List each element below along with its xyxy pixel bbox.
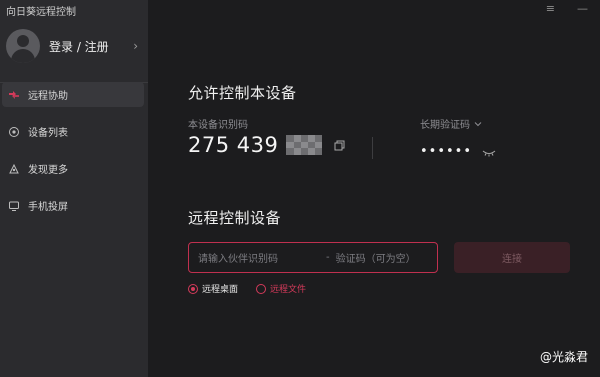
sidebar-item-remote-assist[interactable]: 远程协助 (2, 82, 144, 107)
sidebar-item-discover[interactable]: 发现更多 (2, 156, 144, 181)
device-id-label: 本设备识别码 (188, 120, 248, 131)
avatar (6, 29, 40, 63)
minimize-icon[interactable]: — (577, 2, 588, 15)
menu-icon[interactable]: ≡ (546, 2, 555, 15)
radio-remote-file[interactable]: 远程文件 (256, 282, 306, 295)
divider (372, 137, 373, 159)
eye-closed-icon[interactable] (482, 142, 496, 161)
login-label: 登录 / 注册 (49, 39, 109, 54)
radio-selected-icon (188, 283, 198, 294)
radio-label: 远程桌面 (202, 285, 239, 295)
sidebar-item-device-list[interactable]: 设备列表 (2, 119, 144, 144)
device-list-icon (8, 126, 20, 138)
long-term-code-label: 长期验证码 (420, 120, 470, 131)
connect-button[interactable]: 连接 (454, 242, 570, 273)
allow-control-title: 允许控制本设备 (188, 84, 297, 102)
radio-unselected-icon (256, 283, 267, 294)
sidebar-item-label: 手机投屏 (28, 202, 68, 213)
discover-icon (8, 163, 20, 175)
sidebar-item-label: 设备列表 (28, 128, 68, 139)
watermark-text: @光淼君 (539, 350, 588, 364)
sidebar-nav: 远程协助 设备列表 发现更多 手机投屏 (2, 82, 144, 218)
separator: - (326, 252, 330, 263)
chevron-right-icon: › (133, 39, 138, 53)
long-term-code-row: •••••• (420, 142, 496, 161)
login-register-button[interactable]: 登录 / 注册 › (6, 28, 140, 64)
radio-label: 远程文件 (270, 285, 307, 295)
redacted-mosaic (286, 135, 323, 155)
sidebar-item-screen-cast[interactable]: 手机投屏 (2, 193, 144, 218)
remote-assist-icon (8, 89, 20, 101)
device-id-row: 275 439 (188, 133, 345, 157)
window-controls: ≡ — (546, 2, 588, 15)
mode-options: 远程桌面 远程文件 (188, 282, 324, 295)
remote-control-title: 远程控制设备 (188, 209, 282, 227)
main-panel: ≡ — 允许控制本设备 本设备识别码 275 439 长期验证码 •••••• … (148, 0, 600, 377)
sidebar-item-label: 远程协助 (28, 91, 68, 102)
chevron-down-icon (474, 121, 482, 126)
watermark: @光淼君 (540, 348, 588, 365)
app-title: 向日葵远程控制 (6, 7, 76, 18)
copy-icon[interactable] (334, 136, 345, 155)
partner-id-placeholder: 请输入伙伴识别码 (198, 254, 278, 265)
radio-remote-desktop[interactable]: 远程桌面 (188, 282, 238, 295)
verification-code-placeholder[interactable]: 验证码（可为空） (336, 250, 416, 265)
masked-code: •••••• (420, 144, 473, 159)
device-id-value: 275 439 (188, 133, 279, 157)
sidebar-item-label: 发现更多 (28, 165, 68, 176)
partner-id-input[interactable]: 请输入伙伴识别码 - 验证码（可为空） (188, 242, 438, 273)
long-term-code-dropdown[interactable]: 长期验证码 (420, 116, 482, 131)
sidebar: 向日葵远程控制 登录 / 注册 › 远程协助 设备列表 发现更多 手机投屏 (0, 0, 148, 377)
screen-cast-icon (8, 200, 20, 212)
